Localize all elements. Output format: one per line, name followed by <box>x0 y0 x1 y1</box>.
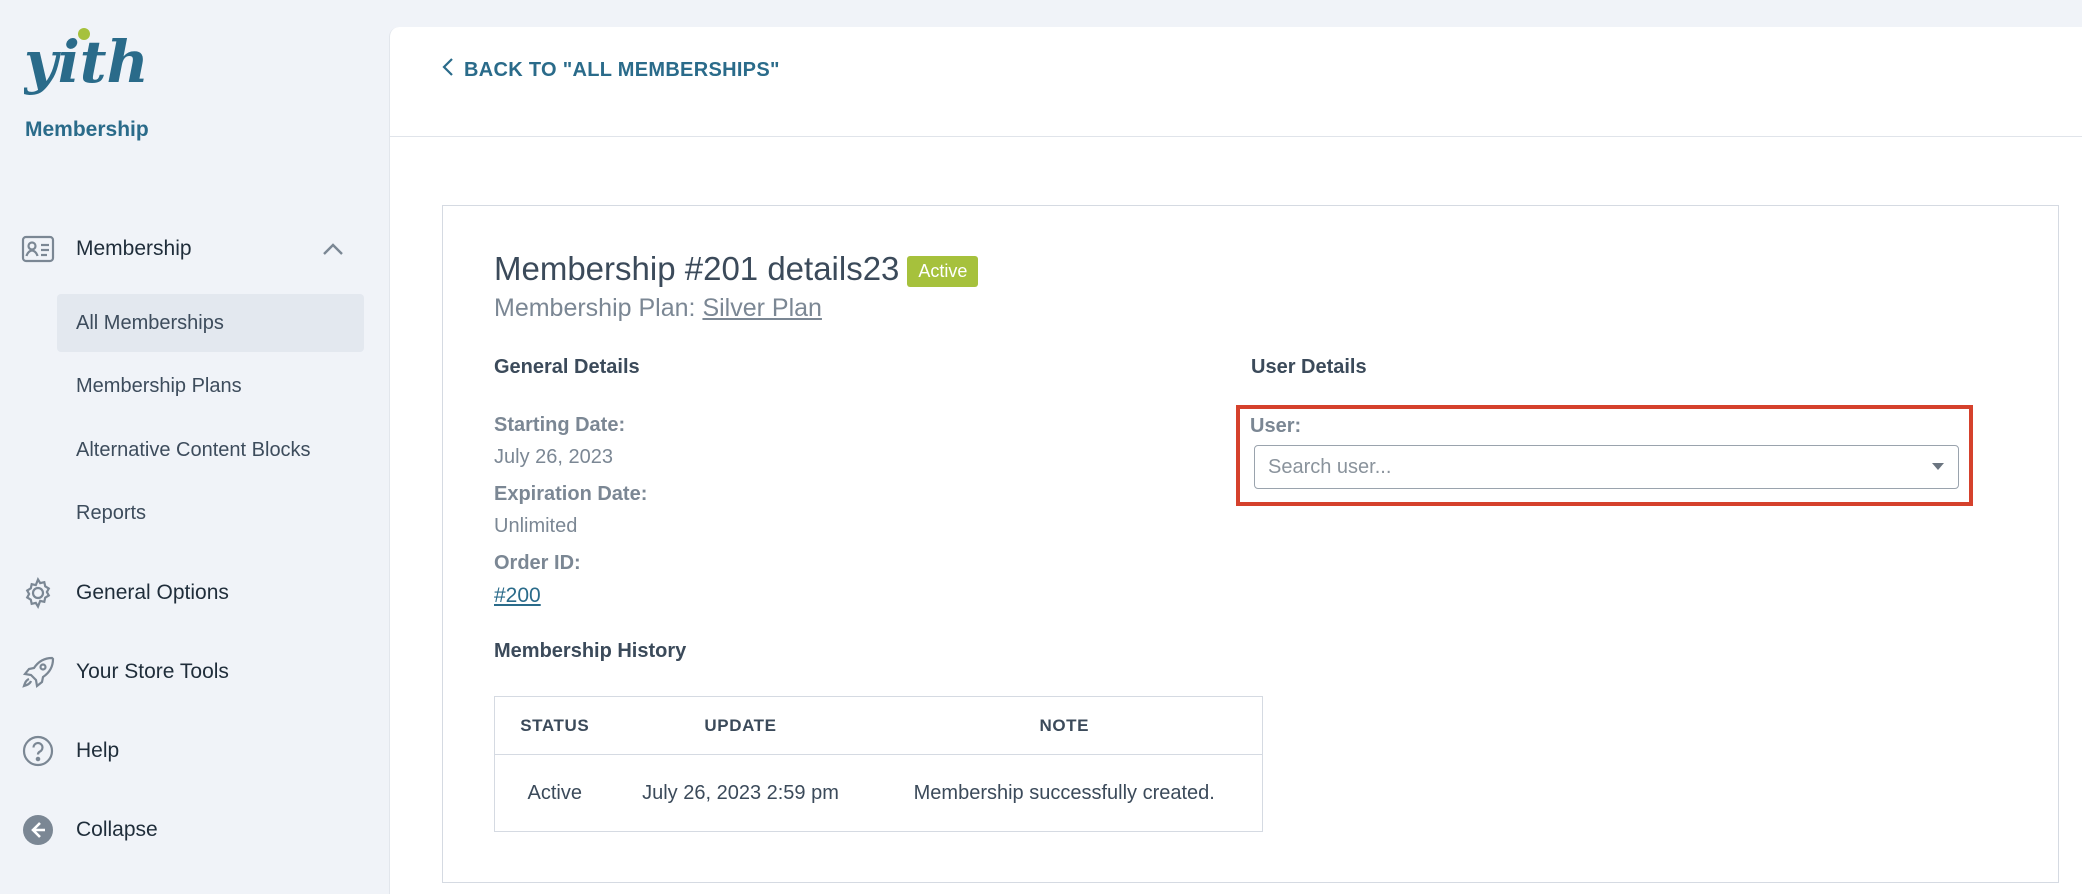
plan-link[interactable]: Silver Plan <box>702 294 822 322</box>
membership-plan-line: Membership Plan: Silver Plan <box>494 294 822 323</box>
expiration-date-label: Expiration Date: <box>494 483 648 505</box>
sidebar: yith Membership Membership All Membershi… <box>0 0 389 894</box>
title-row: Membership #201 details23 Active <box>494 250 979 288</box>
sidebar-item-label: Collapse <box>76 818 158 841</box>
main-content: BACK TO "ALL MEMBERSHIPS" Membership #20… <box>389 27 2082 894</box>
brand-product-name: Membership <box>25 118 149 141</box>
sidebar-item-general-options[interactable]: General Options <box>0 565 389 621</box>
id-card-icon <box>20 231 56 267</box>
sidebar-subitem-all-memberships[interactable]: All Memberships <box>57 294 364 352</box>
rocket-icon <box>20 654 56 690</box>
sidebar-item-label: Help <box>76 739 120 762</box>
chevron-left-icon <box>442 57 454 83</box>
membership-history-table: STATUS UPDATE NOTE Active July 26, 2023 … <box>494 696 1263 832</box>
general-details-title: General Details <box>494 356 640 378</box>
table-cell-status: Active <box>527 781 582 804</box>
expiration-date-value: Unlimited <box>494 515 578 537</box>
back-to-all-memberships-link[interactable]: BACK TO "ALL MEMBERSHIPS" <box>442 57 780 83</box>
sidebar-item-label: General Options <box>76 581 229 604</box>
search-user-select[interactable]: Search user... <box>1254 445 1959 489</box>
sidebar-subitem-membership-plans[interactable]: Membership Plans <box>57 357 364 415</box>
starting-date-label: Starting Date: <box>494 414 626 436</box>
gear-icon <box>20 575 56 611</box>
column-header-note: NOTE <box>866 696 1263 755</box>
sidebar-item-store-tools[interactable]: Your Store Tools <box>0 644 389 700</box>
column-header-status: STATUS <box>494 696 615 755</box>
table-cell-note: Membership successfully created. <box>913 781 1215 804</box>
sidebar-item-collapse[interactable]: Collapse <box>0 802 389 858</box>
search-user-placeholder: Search user... <box>1268 455 1392 478</box>
membership-details-panel: Membership #201 details23 Active Members… <box>442 205 2059 883</box>
help-circle-icon <box>20 733 56 769</box>
collapse-arrow-icon <box>20 812 56 848</box>
sidebar-item-help[interactable]: Help <box>0 723 389 779</box>
order-id-link[interactable]: #200 <box>494 584 541 608</box>
page-title: Membership #201 details23 <box>494 250 900 287</box>
sidebar-item-label: Your Store Tools <box>76 660 229 683</box>
order-id-label: Order ID: <box>494 552 581 574</box>
membership-history-title: Membership History <box>494 640 687 662</box>
plan-prefix: Membership Plan: <box>494 294 696 322</box>
yith-logo[interactable]: yith <box>24 24 144 104</box>
dropdown-arrow-icon <box>1932 463 1944 470</box>
table-header-row: STATUS UPDATE NOTE <box>494 696 1263 755</box>
user-label: User: <box>1250 415 1302 437</box>
column-header-update: UPDATE <box>614 696 867 755</box>
top-bar: BACK TO "ALL MEMBERSHIPS" <box>390 27 2082 137</box>
sidebar-item-membership[interactable]: Membership <box>0 221 389 277</box>
sidebar-subitem-reports[interactable]: Reports <box>57 484 364 542</box>
sidebar-subitem-alternative-content-blocks[interactable]: Alternative Content Blocks <box>57 421 364 479</box>
starting-date-value: July 26, 2023 <box>494 446 613 468</box>
table-cell-update: July 26, 2023 2:59 pm <box>642 781 839 804</box>
status-badge: Active <box>907 255 979 287</box>
chevron-up-icon[interactable] <box>318 234 348 264</box>
user-details-title: User Details <box>1251 356 1367 378</box>
user-field-highlight: User: Search user... <box>1236 405 1973 506</box>
table-row: Active July 26, 2023 2:59 pm Membership … <box>495 755 1263 832</box>
back-link-label: BACK TO "ALL MEMBERSHIPS" <box>464 58 780 81</box>
sidebar-item-label: Membership <box>76 237 192 260</box>
